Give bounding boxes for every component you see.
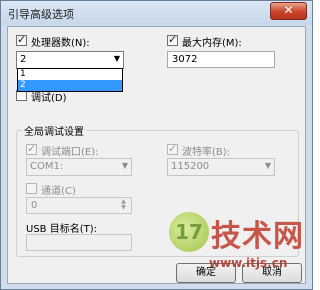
boot-advanced-options-dialog: 引导高级选项 ✕ 处理器数(N): 2 ▼ 1 2 最大内存(M): 3072 … (0, 0, 313, 290)
debug-port-checkbox[interactable] (26, 142, 37, 155)
usb-target-label: USB 目标名(T): (26, 224, 97, 235)
chevron-down-icon: ▼ (264, 161, 271, 170)
spin-arrows-icon[interactable]: ▲ ▼ (117, 199, 130, 212)
max-memory-value: 3072 (172, 54, 198, 65)
processor-count-label: 处理器数(N): (31, 38, 90, 49)
baud-rate-checkbox[interactable] (167, 142, 178, 155)
processor-option-1[interactable]: 1 (18, 69, 122, 80)
debug-port-label: 调试端口(E): (41, 147, 99, 158)
processor-count-select[interactable]: 2 ▼ (16, 51, 124, 69)
chevron-down-icon: ▼ (121, 161, 128, 170)
debug-port-value: COM1: (30, 161, 64, 172)
ok-button[interactable]: 确定 (176, 263, 236, 283)
baud-rate-select[interactable]: 115200 ▼ (167, 158, 275, 176)
max-memory-label: 最大内存(M): (182, 38, 242, 49)
channel-checkbox[interactable] (26, 183, 37, 194)
dialog-title: 引导高级选项 (8, 8, 74, 21)
processor-option-2[interactable]: 2 (18, 80, 122, 91)
dialog-content: 处理器数(N): 2 ▼ 1 2 最大内存(M): 3072 调试(D) 全局调… (7, 26, 306, 284)
processor-count-checkbox[interactable] (16, 33, 27, 46)
baud-rate-label: 波特率(B): (182, 147, 231, 158)
baud-rate-value: 115200 (171, 161, 210, 172)
channel-input[interactable]: 0 ▲ ▼ (26, 197, 132, 214)
processor-count-value: 2 (20, 54, 27, 65)
close-button[interactable]: ✕ (270, 2, 307, 20)
chevron-down-icon: ▼ (113, 54, 120, 63)
global-debug-title: 全局调试设置 (22, 123, 86, 138)
channel-value: 0 (31, 200, 38, 211)
title-bar: 引导高级选项 ✕ (1, 1, 312, 25)
processor-count-dropdown: 1 2 (17, 68, 123, 92)
max-memory-checkbox[interactable] (167, 33, 178, 46)
debug-port-select[interactable]: COM1: ▼ (26, 158, 132, 176)
cancel-button[interactable]: 取消 (242, 263, 302, 283)
usb-target-input[interactable] (26, 234, 132, 251)
max-memory-input[interactable]: 3072 (167, 51, 275, 68)
channel-label: 通道(C) (41, 186, 76, 197)
